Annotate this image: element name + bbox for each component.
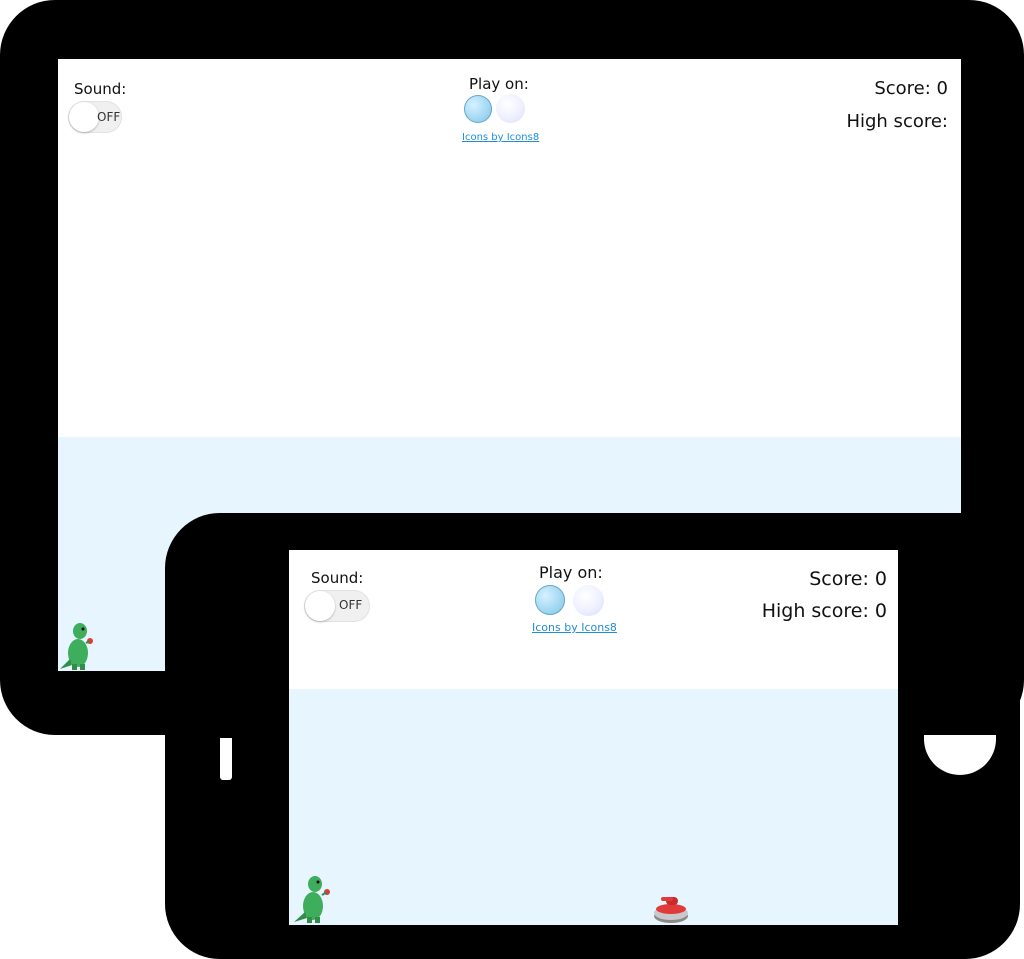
sound-toggle[interactable]: OFF <box>68 101 122 133</box>
earth-icon[interactable] <box>464 95 492 123</box>
play-on-label: Play on: <box>539 563 603 582</box>
ice-surface <box>289 689 898 925</box>
sound-toggle[interactable]: OFF <box>304 590 370 622</box>
high-score-text: High score: 0 <box>761 600 887 622</box>
phone-game-screen[interactable]: Sound: OFF Play on: Icons by Icons8 Scor… <box>289 550 898 925</box>
curling-stone[interactable] <box>653 894 689 924</box>
icons8-credit-link[interactable]: Icons by Icons8 <box>532 621 617 634</box>
play-on-label: Play on: <box>469 75 529 93</box>
dinosaur-character <box>294 876 330 923</box>
score-text: Score: 0 <box>874 78 948 99</box>
earth-icon[interactable] <box>535 585 565 615</box>
high-score-text: High score: <box>846 111 948 132</box>
icons8-credit-link[interactable]: Icons by Icons8 <box>462 132 539 143</box>
sound-toggle-state: OFF <box>97 110 121 124</box>
sound-toggle-knob <box>305 591 335 621</box>
sound-label: Sound: <box>311 569 364 587</box>
moon-icon[interactable] <box>573 585 604 616</box>
dinosaur-character <box>60 623 93 670</box>
sound-label: Sound: <box>74 80 127 98</box>
sound-toggle-knob <box>69 102 99 132</box>
moon-icon[interactable] <box>496 94 525 123</box>
score-text: Score: 0 <box>809 568 887 590</box>
phone-speaker-notch <box>220 738 232 780</box>
sound-toggle-state: OFF <box>339 598 363 612</box>
